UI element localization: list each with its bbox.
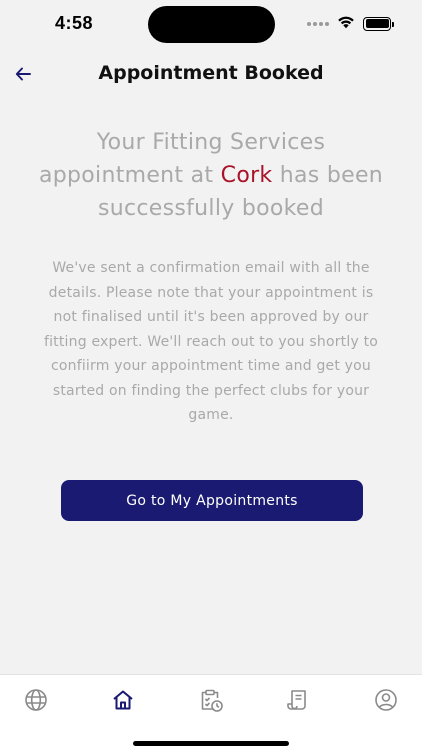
tab-appointments[interactable] — [198, 687, 224, 713]
home-icon — [113, 690, 133, 710]
user-circle-icon — [375, 689, 397, 711]
tab-bar — [0, 674, 422, 750]
tab-profile[interactable] — [373, 687, 399, 713]
battery-icon — [363, 16, 394, 31]
location-name: Cork — [220, 163, 273, 188]
cellular-signal-icon — [307, 21, 329, 26]
tab-receipts[interactable] — [285, 687, 311, 713]
tab-globe[interactable] — [23, 687, 49, 713]
tab-home[interactable] — [110, 687, 136, 713]
receipt-icon — [287, 690, 306, 710]
go-to-appointments-button[interactable]: Go to My Appointments — [61, 480, 363, 521]
home-indicator — [133, 741, 289, 746]
nav-header: Appointment Booked — [0, 55, 422, 95]
status-icons — [307, 14, 394, 33]
confirmation-details: We've sent a confirmation email with all… — [43, 260, 379, 423]
status-time: 4:58 — [55, 13, 94, 33]
wifi-icon — [337, 14, 355, 33]
page-title: Appointment Booked — [98, 62, 324, 84]
globe-icon — [25, 689, 47, 711]
dynamic-island — [148, 6, 275, 43]
confirmation-headline: Your Fitting Services appointment at Cor… — [30, 126, 392, 225]
clipboard-clock-icon — [201, 689, 223, 712]
status-bar: 4:58 — [0, 0, 422, 50]
